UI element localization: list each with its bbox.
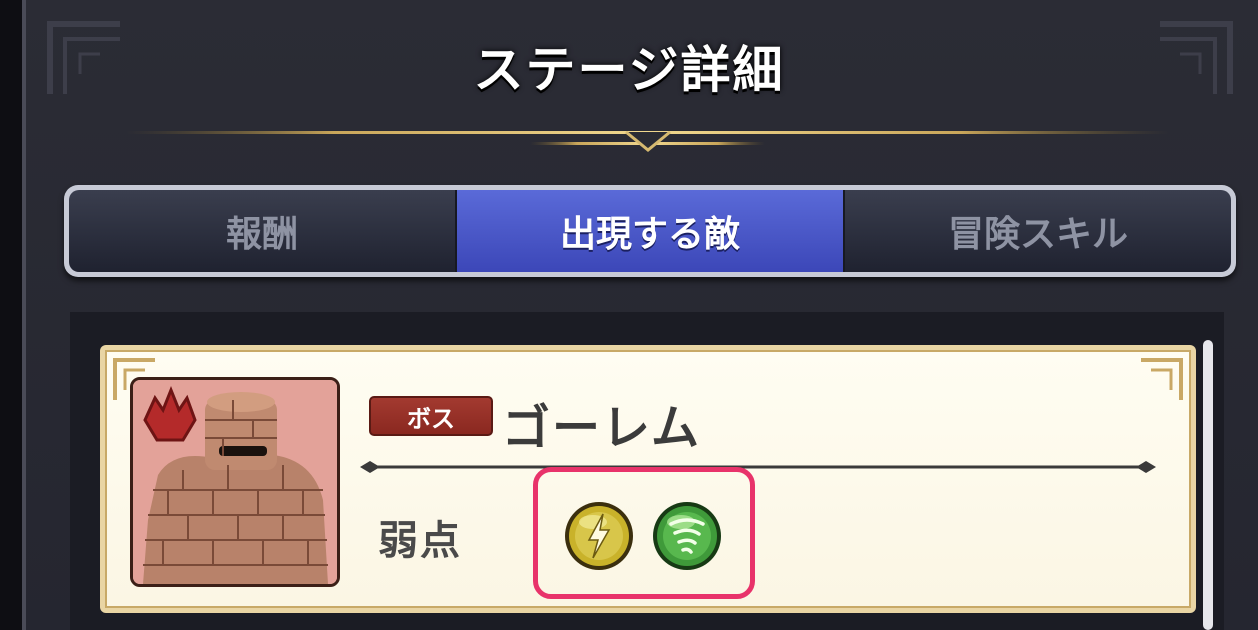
page-title: ステージ詳細 [473, 41, 785, 99]
golem-image [133, 380, 337, 584]
tab-rewards[interactable]: 報酬 [69, 190, 457, 272]
name-divider [360, 461, 1156, 473]
enemy-portrait [130, 377, 340, 587]
tab-enemies[interactable]: 出現する敵 [457, 190, 845, 272]
tab-adventure-skills[interactable]: 冒険スキル [845, 190, 1231, 272]
tornado-icon[interactable] [651, 500, 723, 572]
title-divider [125, 130, 1170, 152]
enemy-name: ゴーレム [502, 400, 702, 456]
weakness-label: 弱点 [378, 518, 462, 564]
card-ornament-right [1141, 358, 1183, 400]
scrollbar[interactable] [1203, 340, 1213, 630]
boss-badge: ボス [369, 396, 493, 436]
lightning-icon[interactable] [563, 500, 635, 572]
tab-bar: 報酬 出現する敵 冒険スキル [64, 185, 1236, 277]
